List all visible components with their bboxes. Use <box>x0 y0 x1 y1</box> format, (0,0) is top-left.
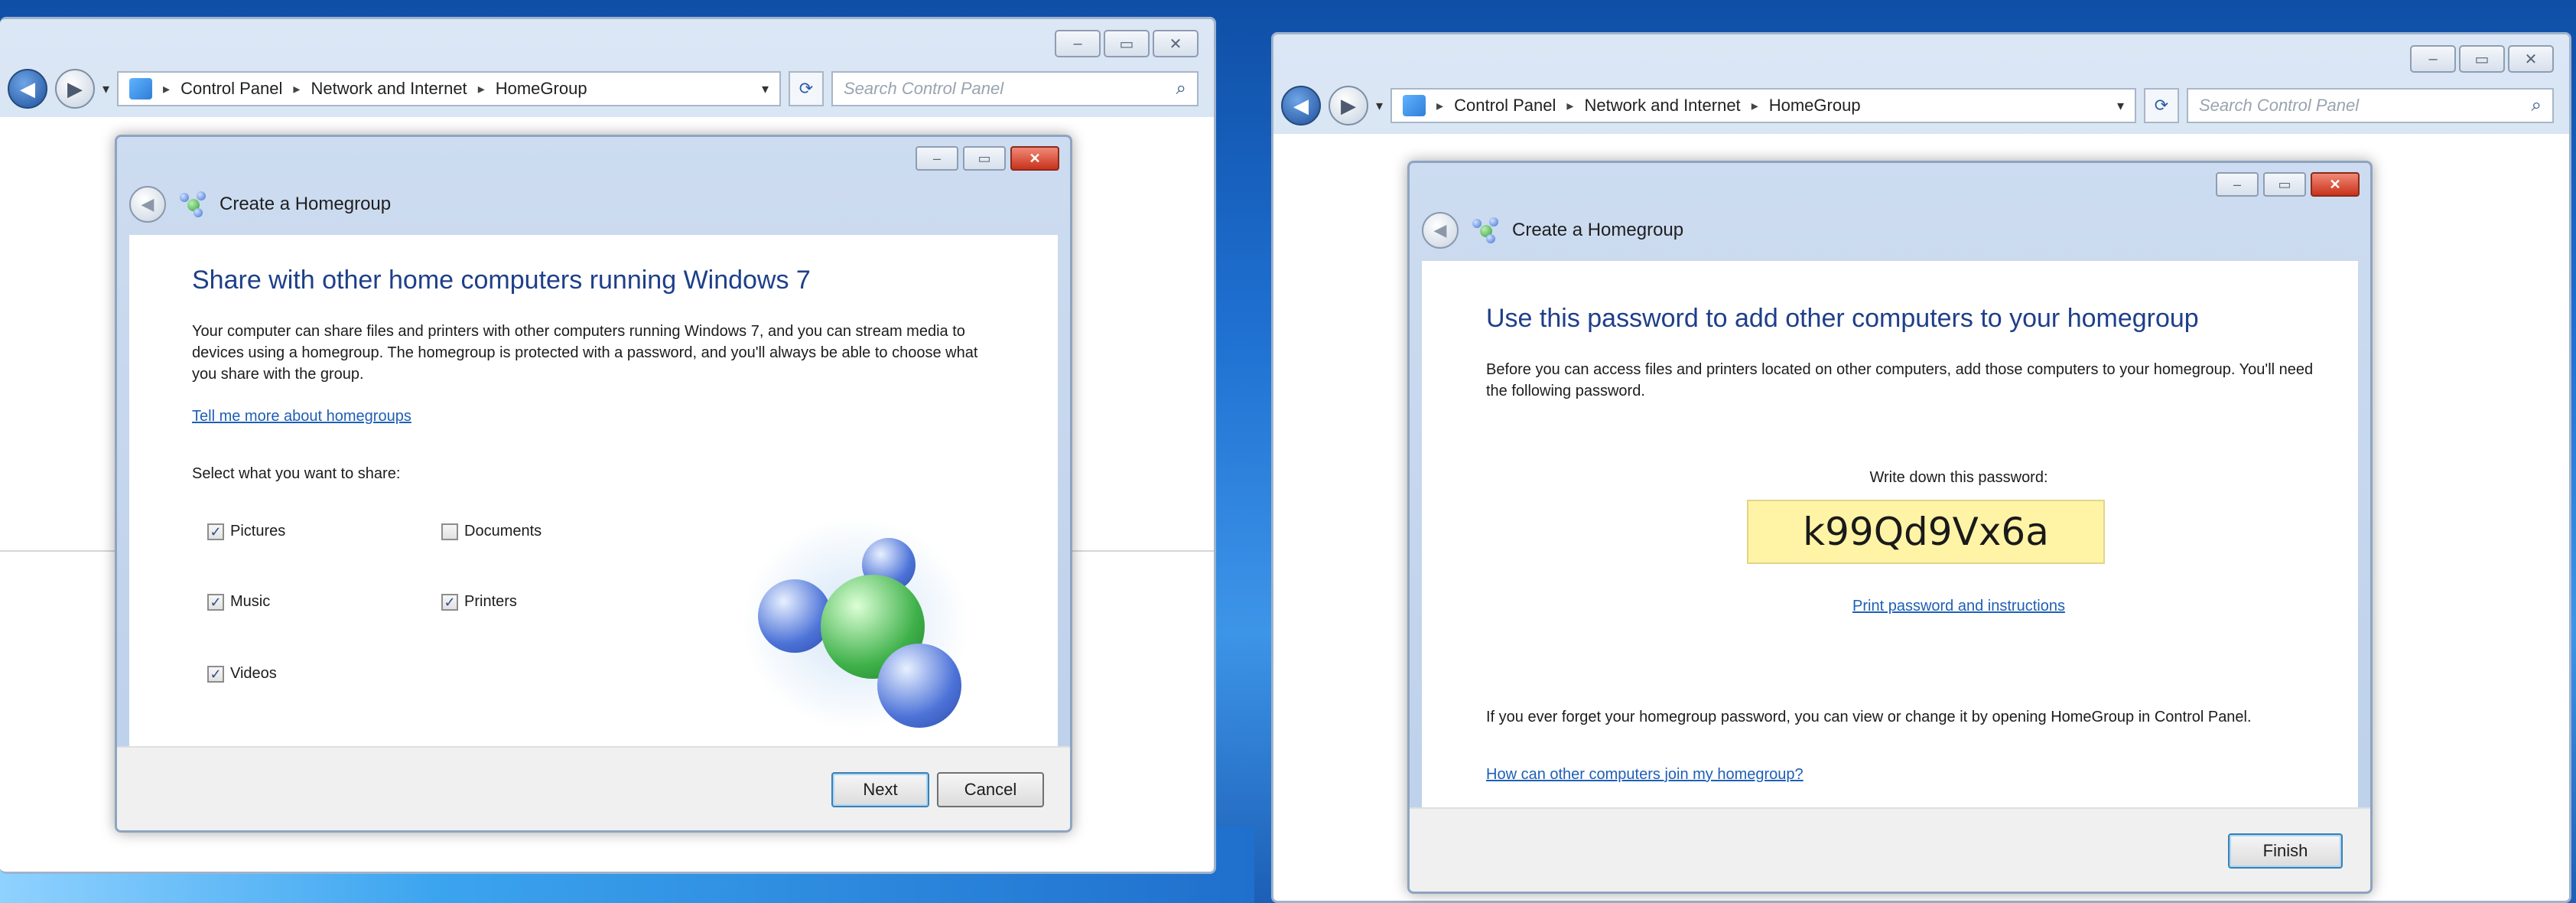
maximize-button[interactable]: ▭ <box>1104 30 1150 57</box>
description-text: Before you can access files and printers… <box>1486 361 2314 399</box>
breadcrumb-separator: ▸ <box>1751 97 1758 113</box>
address-row: ◀ ▶ ▾ ▸ Control Panel ▸ Network and Inte… <box>8 68 1199 109</box>
network-icon <box>1403 95 1426 116</box>
address-row: ◀ ▶ ▾ ▸ Control Panel ▸ Network and Inte… <box>1281 85 2554 126</box>
print-password-link[interactable]: Print password and instructions <box>1422 598 2358 615</box>
address-bar[interactable]: ▸ Control Panel ▸ Network and Internet ▸… <box>117 71 781 106</box>
breadcrumb-control-panel[interactable]: Control Panel <box>1454 96 1556 116</box>
breadcrumb-separator: ▸ <box>1566 97 1574 113</box>
breadcrumb-separator: ▸ <box>1436 97 1444 113</box>
dialog-body: Use this password to add other computers… <box>1422 261 2358 807</box>
homegroups-help-link[interactable]: Tell me more about homegroups <box>192 408 411 425</box>
breadcrumb-homegroup[interactable]: HomeGroup <box>496 79 587 99</box>
dialog-minimize-button[interactable]: – <box>916 146 958 171</box>
create-homegroup-dialog-share: – ▭ ✕ ◀ Create a Homegroup Share with ot… <box>115 135 1072 833</box>
checkbox-printers[interactable]: ✓ Printers <box>441 593 517 611</box>
dialog-header: ◀ Create a Homegroup <box>129 181 391 227</box>
dialog-title: Create a Homegroup <box>220 194 392 214</box>
breadcrumb-control-panel[interactable]: Control Panel <box>181 79 282 99</box>
close-window-button[interactable]: ✕ <box>2508 45 2554 73</box>
window-controls: – ▭ ✕ <box>2410 45 2554 73</box>
breadcrumb-separator: ▸ <box>293 80 301 96</box>
checkbox-pictures[interactable]: ✓ Pictures <box>207 523 285 540</box>
checkbox-printers-box[interactable]: ✓ <box>441 593 458 611</box>
network-icon <box>129 78 153 99</box>
refresh-icon[interactable]: ⟳ <box>2144 88 2179 123</box>
back-arrow-icon[interactable]: ◀ <box>1422 212 1459 249</box>
minimize-button[interactable]: – <box>1055 30 1101 57</box>
page-heading: Share with other home computers running … <box>192 266 811 295</box>
join-homegroup-help-link[interactable]: How can other computers join my homegrou… <box>1486 766 1804 784</box>
dialog-footer: Finish <box>1410 807 2370 892</box>
checkbox-documents-label: Documents <box>464 523 542 540</box>
checkbox-music-label: Music <box>230 593 271 610</box>
select-share-label: Select what you want to share: <box>192 465 401 482</box>
breadcrumb-network-and-internet[interactable]: Network and Internet <box>311 79 467 99</box>
checkbox-documents[interactable]: Documents <box>441 523 542 540</box>
magnifier-icon[interactable]: ⌕ <box>2532 95 2542 116</box>
search-placeholder: Search Control Panel <box>844 79 1004 98</box>
homegroup-icon <box>180 191 206 217</box>
dialog-body: Share with other home computers running … <box>129 235 1058 746</box>
back-arrow-icon[interactable]: ◀ <box>129 186 166 223</box>
search-input[interactable]: Search Control Panel ⌕ <box>831 71 1199 106</box>
cancel-button[interactable]: Cancel <box>937 772 1044 807</box>
minimize-button[interactable]: – <box>2410 45 2456 73</box>
breadcrumb-separator: ▸ <box>477 80 485 96</box>
forward-arrow-icon[interactable]: ▶ <box>55 69 95 109</box>
dialog-header: ◀ Create a Homegroup <box>1422 207 1683 253</box>
forget-password-text: If you ever forget your homegroup passwo… <box>1486 709 2252 725</box>
checkbox-pictures-label: Pictures <box>230 523 286 540</box>
dialog-minimize-button[interactable]: – <box>2216 172 2259 197</box>
dialog-footer: Next Cancel <box>117 746 1070 830</box>
maximize-button[interactable]: ▭ <box>2459 45 2505 73</box>
next-button[interactable]: Next <box>831 772 929 807</box>
search-input[interactable]: Search Control Panel ⌕ <box>2187 88 2554 123</box>
address-dropdown-icon[interactable]: ▾ <box>2117 98 2124 114</box>
address-dropdown-icon[interactable]: ▾ <box>762 81 769 97</box>
checkbox-music-box[interactable]: ✓ <box>207 593 224 611</box>
create-homegroup-dialog-password: – ▭ ✕ ◀ Create a Homegroup Use this pass… <box>1407 161 2373 894</box>
password-label: Write down this password: <box>1869 469 2048 486</box>
recent-pages-dropdown[interactable]: ▾ <box>102 81 109 97</box>
description-text: Your computer can share files and printe… <box>192 323 978 383</box>
dialog-controls: – ▭ ✕ <box>916 146 1059 171</box>
back-arrow-icon[interactable]: ◀ <box>1281 86 1321 126</box>
search-placeholder: Search Control Panel <box>2199 96 2360 115</box>
dialog-maximize-button[interactable]: ▭ <box>2263 172 2306 197</box>
checkbox-music[interactable]: ✓ Music <box>207 593 270 611</box>
homegroup-illustration <box>741 517 971 731</box>
close-window-button[interactable]: ✕ <box>1153 30 1199 57</box>
refresh-icon[interactable]: ⟳ <box>789 71 824 106</box>
password-display: k99Qd9Vx6a <box>1747 500 2105 564</box>
checkbox-videos-box[interactable]: ✓ <box>207 665 224 683</box>
back-arrow-icon[interactable]: ◀ <box>8 69 47 109</box>
page-heading: Use this password to add other computers… <box>1486 304 2199 333</box>
dialog-close-button[interactable]: ✕ <box>2311 172 2360 197</box>
checkbox-documents-box[interactable] <box>441 523 458 540</box>
dialog-title: Create a Homegroup <box>1512 220 1684 240</box>
dialog-controls: – ▭ ✕ <box>2216 172 2360 197</box>
recent-pages-dropdown[interactable]: ▾ <box>1376 98 1383 114</box>
breadcrumb-homegroup[interactable]: HomeGroup <box>1769 96 1861 116</box>
checkbox-printers-label: Printers <box>464 593 517 610</box>
breadcrumb-separator: ▸ <box>163 80 171 96</box>
magnifier-icon[interactable]: ⌕ <box>1176 78 1186 99</box>
breadcrumb-network-and-internet[interactable]: Network and Internet <box>1584 96 1740 116</box>
window-controls: – ▭ ✕ <box>1055 30 1199 57</box>
finish-button[interactable]: Finish <box>2228 833 2343 869</box>
dialog-maximize-button[interactable]: ▭ <box>963 146 1006 171</box>
checkbox-videos-label: Videos <box>230 665 277 682</box>
checkbox-pictures-box[interactable]: ✓ <box>207 523 224 540</box>
forward-arrow-icon[interactable]: ▶ <box>1329 86 1368 126</box>
checkbox-videos[interactable]: ✓ Videos <box>207 665 277 683</box>
address-bar[interactable]: ▸ Control Panel ▸ Network and Internet ▸… <box>1390 88 2136 123</box>
dialog-close-button[interactable]: ✕ <box>1010 146 1059 171</box>
homegroup-icon <box>1472 217 1498 243</box>
